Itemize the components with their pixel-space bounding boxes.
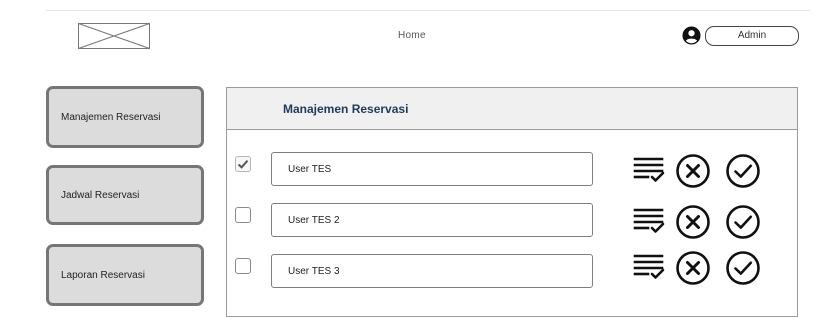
x-circle-icon[interactable] (675, 250, 711, 286)
check-icon (237, 159, 249, 169)
reservation-user-field: User TES (271, 152, 593, 186)
list-check-icon[interactable] (632, 250, 666, 284)
header-divider (46, 10, 810, 11)
panel-title: Manajemen Reservasi (283, 101, 409, 116)
sidebar-item-label: Laporan Reservasi (61, 269, 145, 281)
reservation-user-field: User TES 3 (271, 254, 593, 288)
logo-placeholder-icon (78, 23, 150, 49)
sidebar-item-manajemen-reservasi[interactable]: Manajemen Reservasi (46, 86, 204, 148)
reservation-panel: Manajemen Reservasi User TES User TES 2 … (226, 87, 798, 317)
x-circle-icon[interactable] (675, 153, 711, 189)
sidebar-item-label: Jadwal Reservasi (61, 189, 140, 201)
reservation-row: User TES (227, 152, 799, 192)
check-circle-icon[interactable] (725, 153, 761, 189)
row-checkbox[interactable] (235, 156, 251, 172)
sidebar-item-label: Manajemen Reservasi (61, 111, 161, 123)
reservation-user-field: User TES 2 (271, 203, 593, 237)
admin-button[interactable]: Admin (705, 26, 799, 46)
list-check-icon[interactable] (632, 153, 666, 187)
row-checkbox[interactable] (235, 207, 251, 223)
reservation-row: User TES 3 (227, 251, 799, 294)
list-check-icon[interactable] (632, 204, 666, 238)
nav-home-link[interactable]: Home (398, 30, 426, 41)
check-circle-icon[interactable] (725, 204, 761, 240)
panel-header: Manajemen Reservasi (227, 88, 797, 130)
app-header: Home Admin (0, 0, 820, 60)
x-circle-icon[interactable] (675, 204, 711, 240)
check-circle-icon[interactable] (725, 250, 761, 286)
reservation-row: User TES 2 (227, 203, 799, 243)
sidebar-item-laporan-reservasi[interactable]: Laporan Reservasi (46, 244, 204, 306)
row-checkbox[interactable] (235, 258, 251, 274)
user-circle-icon[interactable] (682, 26, 701, 45)
sidebar-item-jadwal-reservasi[interactable]: Jadwal Reservasi (46, 165, 204, 225)
